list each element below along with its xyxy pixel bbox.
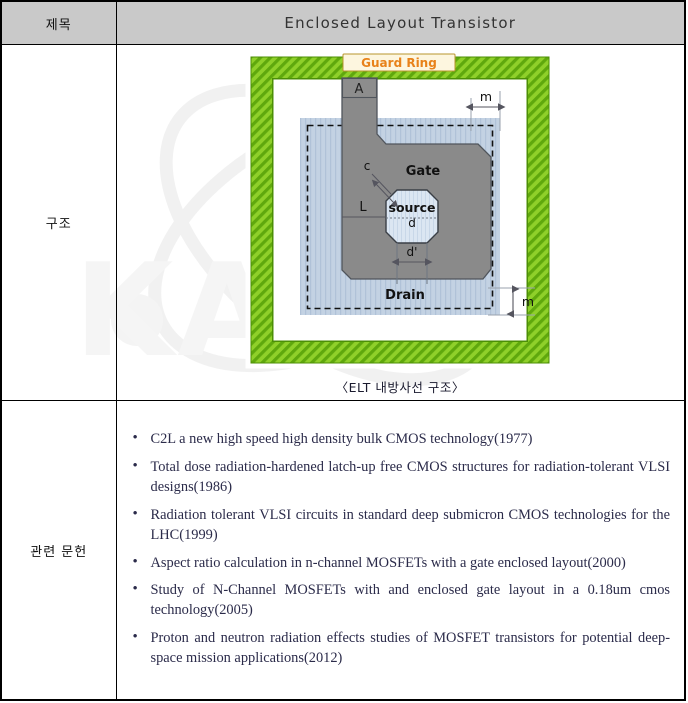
structure-row: 구조 Guard Ring A Gate source d c L d' Dra…: [0, 44, 686, 401]
svg-text:Guard Ring: Guard Ring: [361, 56, 437, 70]
dimension-c-label: c: [364, 159, 371, 173]
reference-item: C2L a new high speed high density bulk C…: [129, 428, 671, 450]
svg-text:m: m: [480, 89, 492, 104]
spec-table: 제목 Enclosed Layout Transistor 구조 Guard R…: [0, 0, 686, 701]
header-label-cell: 제목: [0, 0, 117, 45]
svg-text:d': d': [407, 245, 418, 259]
references-row: 관련 문헌 C2L a new high speed high density …: [0, 400, 686, 701]
row-label-references: 관련 문헌: [0, 400, 117, 701]
svg-text:L: L: [360, 200, 368, 215]
table-header-row: 제목 Enclosed Layout Transistor: [0, 0, 686, 45]
reference-item: Total dose radiation-hardened latch-up f…: [129, 456, 670, 498]
structure-content-cell: Guard Ring A Gate source d c L d' Drain …: [115, 44, 686, 401]
svg-text:A: A: [355, 82, 364, 97]
row-label-structure: 구조: [0, 44, 117, 401]
gate-label-text: Gate: [406, 164, 441, 179]
reference-item: Radiation tolerant VLSI circuits in stan…: [129, 504, 670, 546]
reference-list: C2L a new high speed high density bulk C…: [129, 428, 671, 669]
source-shape: source d: [385, 189, 439, 244]
reference-item: Study of N-Channel MOSFETs with and encl…: [129, 579, 670, 621]
header-title-cell: Enclosed Layout Transistor: [115, 0, 686, 45]
figure-caption: 〈ELT 내방사선 구조〉: [335, 380, 465, 395]
guard-ring-label: Guard Ring: [342, 53, 456, 72]
reference-item: Proton and neutron radiation effects stu…: [129, 627, 670, 669]
svg-text:m: m: [522, 294, 534, 309]
elt-layout-diagram: Guard Ring A Gate source d c L d' Drain …: [245, 51, 555, 369]
drain-label-text: Drain: [385, 288, 425, 303]
reference-item: Aspect ratio calculation in n-channel MO…: [129, 551, 671, 573]
svg-text:source: source: [389, 200, 436, 215]
references-content-cell: C2L a new high speed high density bulk C…: [115, 400, 686, 701]
elt-figure: Guard Ring A Gate source d c L d' Drain …: [117, 51, 685, 396]
